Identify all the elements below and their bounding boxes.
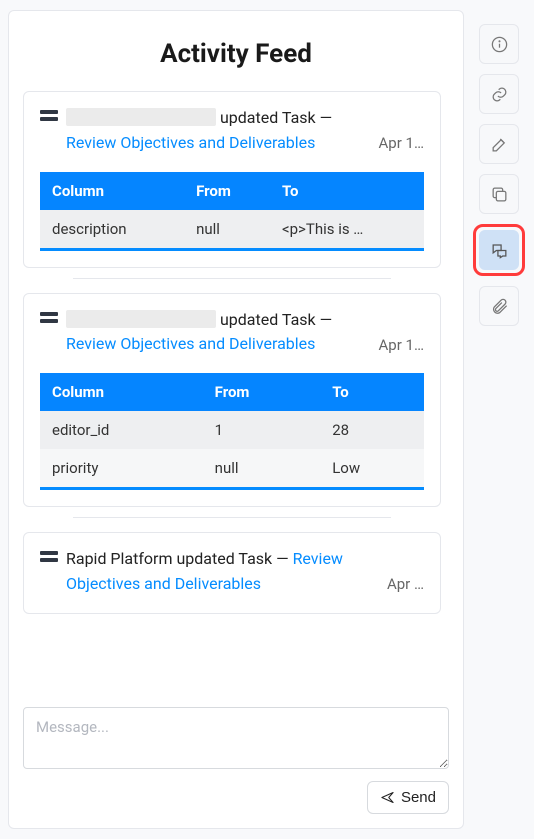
action-text: updated Task — — [220, 310, 332, 329]
actor-name: Rapid Platform — [66, 549, 176, 568]
activity-card: Rapid Platform updated Task — Review Obj… — [23, 532, 441, 614]
compose-area: Send — [23, 707, 449, 814]
redacted-actor — [66, 310, 216, 328]
rail-copy-button[interactable] — [479, 174, 519, 214]
table-cell: Low — [320, 449, 424, 489]
feed-scroll[interactable]: updated Task — Review Objectives and Del… — [23, 91, 449, 697]
activity-card: updated Task — Review Objectives and Del… — [23, 293, 441, 508]
table-header: Column — [40, 172, 184, 210]
table-cell: 28 — [320, 411, 424, 449]
send-button[interactable]: Send — [367, 781, 449, 814]
page-title: Activity Feed — [23, 39, 449, 69]
task-link[interactable]: Review Objectives and Deliverables — [66, 133, 315, 152]
table-cell: description — [40, 210, 184, 250]
copy-icon — [490, 185, 509, 204]
card-header: updated Task — Review Objectives and Del… — [40, 106, 424, 156]
table-row: descriptionnull<p>This is … — [40, 210, 424, 250]
card-header: updated Task — Review Objectives and Del… — [40, 308, 424, 358]
timestamp: Apr 1… — [379, 134, 424, 152]
rail-link-button[interactable] — [479, 74, 519, 114]
rows-icon — [40, 110, 58, 124]
card-header: Rapid Platform updated Task — Review Obj… — [40, 547, 424, 597]
link-icon — [490, 85, 509, 104]
table-cell: <p>This is … — [270, 210, 424, 250]
card-head-text: Rapid Platform updated Task — Review Obj… — [66, 547, 375, 597]
edit-note-icon — [490, 135, 509, 154]
timestamp: Apr 1… — [379, 336, 424, 354]
message-input[interactable] — [23, 707, 449, 769]
card-divider — [73, 517, 391, 518]
table-header: From — [184, 172, 270, 210]
timestamp: Apr … — [387, 575, 424, 593]
table-header: To — [320, 373, 424, 411]
card-head-text: updated Task — Review Objectives and Del… — [66, 308, 367, 358]
send-icon — [380, 790, 395, 805]
action-text: updated Task — — [176, 549, 292, 568]
rail-active-highlight — [473, 224, 525, 276]
table-header: From — [203, 373, 321, 411]
table-cell: null — [184, 210, 270, 250]
card-divider — [73, 278, 391, 279]
compose-actions: Send — [23, 781, 449, 814]
table-header: To — [270, 172, 424, 210]
table-cell: priority — [40, 449, 203, 489]
feed-container: updated Task — Review Objectives and Del… — [23, 91, 449, 697]
side-rail — [472, 10, 526, 829]
rail-info-button[interactable] — [479, 24, 519, 64]
changes-table: ColumnFromTodescriptionnull<p>This is … — [40, 172, 424, 251]
redacted-actor — [66, 108, 216, 126]
table-header: Column — [40, 373, 203, 411]
rail-attach-button[interactable] — [479, 286, 519, 326]
rows-icon — [40, 312, 58, 326]
table-cell: editor_id — [40, 411, 203, 449]
table-row: prioritynullLow — [40, 449, 424, 489]
table-cell: 1 — [203, 411, 321, 449]
table-row: editor_id128 — [40, 411, 424, 449]
card-head-text: updated Task — Review Objectives and Del… — [66, 106, 367, 156]
action-text: updated Task — — [220, 108, 332, 127]
changes-table: ColumnFromToeditor_id128prioritynullLow — [40, 373, 424, 490]
activity-card: updated Task — Review Objectives and Del… — [23, 91, 441, 268]
task-link[interactable]: Review Objectives and Deliverables — [66, 334, 315, 353]
rail-chat-button[interactable] — [479, 230, 519, 270]
info-icon — [490, 35, 509, 54]
chat-icon — [490, 241, 509, 260]
activity-feed-panel: Activity Feed updated Task — Review Obje… — [8, 10, 464, 829]
rows-icon — [40, 551, 58, 565]
table-cell: null — [203, 449, 321, 489]
paperclip-icon — [490, 297, 509, 316]
send-label: Send — [401, 789, 436, 806]
rail-edit-button[interactable] — [479, 124, 519, 164]
